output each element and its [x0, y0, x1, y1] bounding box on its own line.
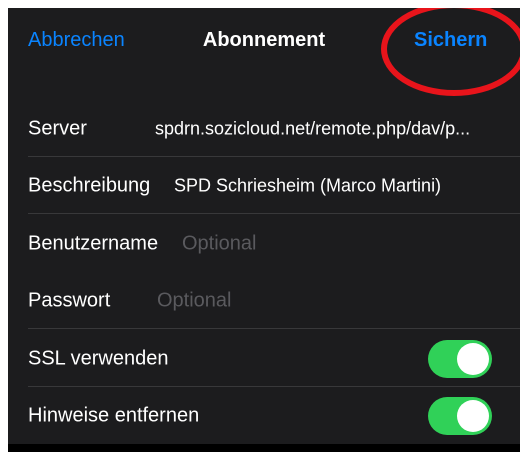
description-row[interactable]: Beschreibung SPD Schriesheim (Marco Mart…	[8, 157, 520, 214]
subscription-settings-list: Server spdrn.sozicloud.net/remote.php/da…	[8, 100, 520, 444]
remove-alerts-toggle[interactable]	[428, 396, 492, 435]
description-label: Beschreibung	[28, 174, 151, 196]
description-field[interactable]: SPD Schriesheim (Marco Martini)	[174, 175, 441, 196]
subscription-screen: Abbrechen Abonnement Sichern Server spdr…	[8, 8, 520, 452]
cancel-button[interactable]: Abbrechen	[28, 29, 125, 52]
server-row[interactable]: Server spdrn.sozicloud.net/remote.php/da…	[8, 100, 520, 157]
password-label: Passwort	[28, 289, 111, 311]
toggle-knob	[457, 399, 489, 432]
row-divider	[28, 213, 520, 214]
ssl-toggle[interactable]	[428, 339, 492, 378]
password-row[interactable]: Passwort Optional	[8, 272, 520, 329]
save-button[interactable]: Sichern	[414, 29, 487, 52]
ssl-row: SSL verwenden	[8, 330, 520, 387]
username-field[interactable]: Optional	[182, 232, 257, 255]
server-field[interactable]: spdrn.sozicloud.net/remote.php/dav/p...	[155, 118, 470, 139]
ssl-label: SSL verwenden	[28, 347, 169, 369]
remove-alerts-row: Hinweise entfernen	[8, 387, 520, 444]
remove-alerts-label: Hinweise entfernen	[28, 404, 200, 426]
toggle-knob	[457, 342, 489, 375]
navigation-bar: Abbrechen Abonnement Sichern	[8, 8, 520, 100]
username-row[interactable]: Benutzername Optional	[8, 215, 520, 272]
username-label: Benutzername	[28, 232, 159, 254]
server-label: Server	[28, 117, 87, 139]
password-field[interactable]: Optional	[157, 289, 232, 312]
row-divider	[28, 328, 520, 329]
